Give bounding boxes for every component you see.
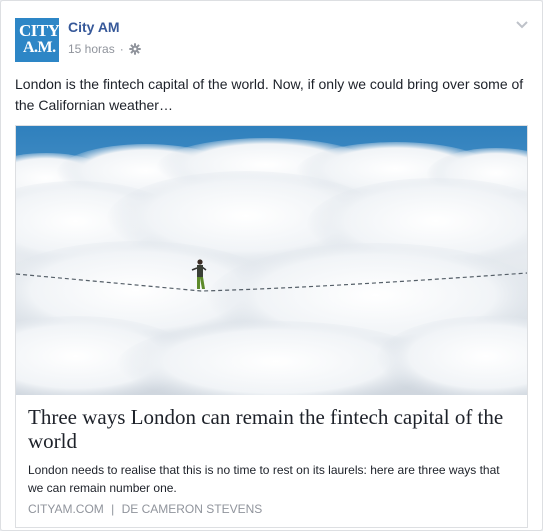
post-message: London is the fintech capital of the wor… [15, 76, 524, 113]
feed-post: CITY A.M. City AM 15 horas · London is t… [0, 0, 543, 531]
link-preview-image[interactable] [16, 126, 527, 395]
page-avatar[interactable]: CITY A.M. [15, 18, 60, 62]
link-description: London needs to realise that this is no … [28, 463, 500, 495]
link-author: DE CAMERON STEVENS [121, 502, 263, 516]
avatar-logo-line2: A.M. [23, 39, 56, 56]
post-timestamp[interactable]: 15 horas [68, 42, 115, 56]
link-preview-card[interactable]: Three ways London can remain the fintech… [15, 125, 528, 528]
avatar-logo-line1: CITY [19, 21, 60, 40]
chevron-down-icon[interactable] [514, 18, 530, 30]
post-meta: 15 horas · [68, 42, 141, 56]
gear-icon[interactable] [129, 43, 141, 55]
link-card-body[interactable]: Three ways London can remain the fintech… [16, 395, 527, 527]
link-source-line: CITYAM.COM | DE CAMERON STEVENS [28, 502, 518, 516]
link-domain: CITYAM.COM [28, 502, 104, 516]
page-name-link[interactable]: City AM [68, 19, 120, 35]
link-source-divider: | [111, 502, 115, 516]
meta-separator: · [119, 42, 124, 56]
link-headline[interactable]: Three ways London can remain the fintech… [28, 405, 518, 453]
